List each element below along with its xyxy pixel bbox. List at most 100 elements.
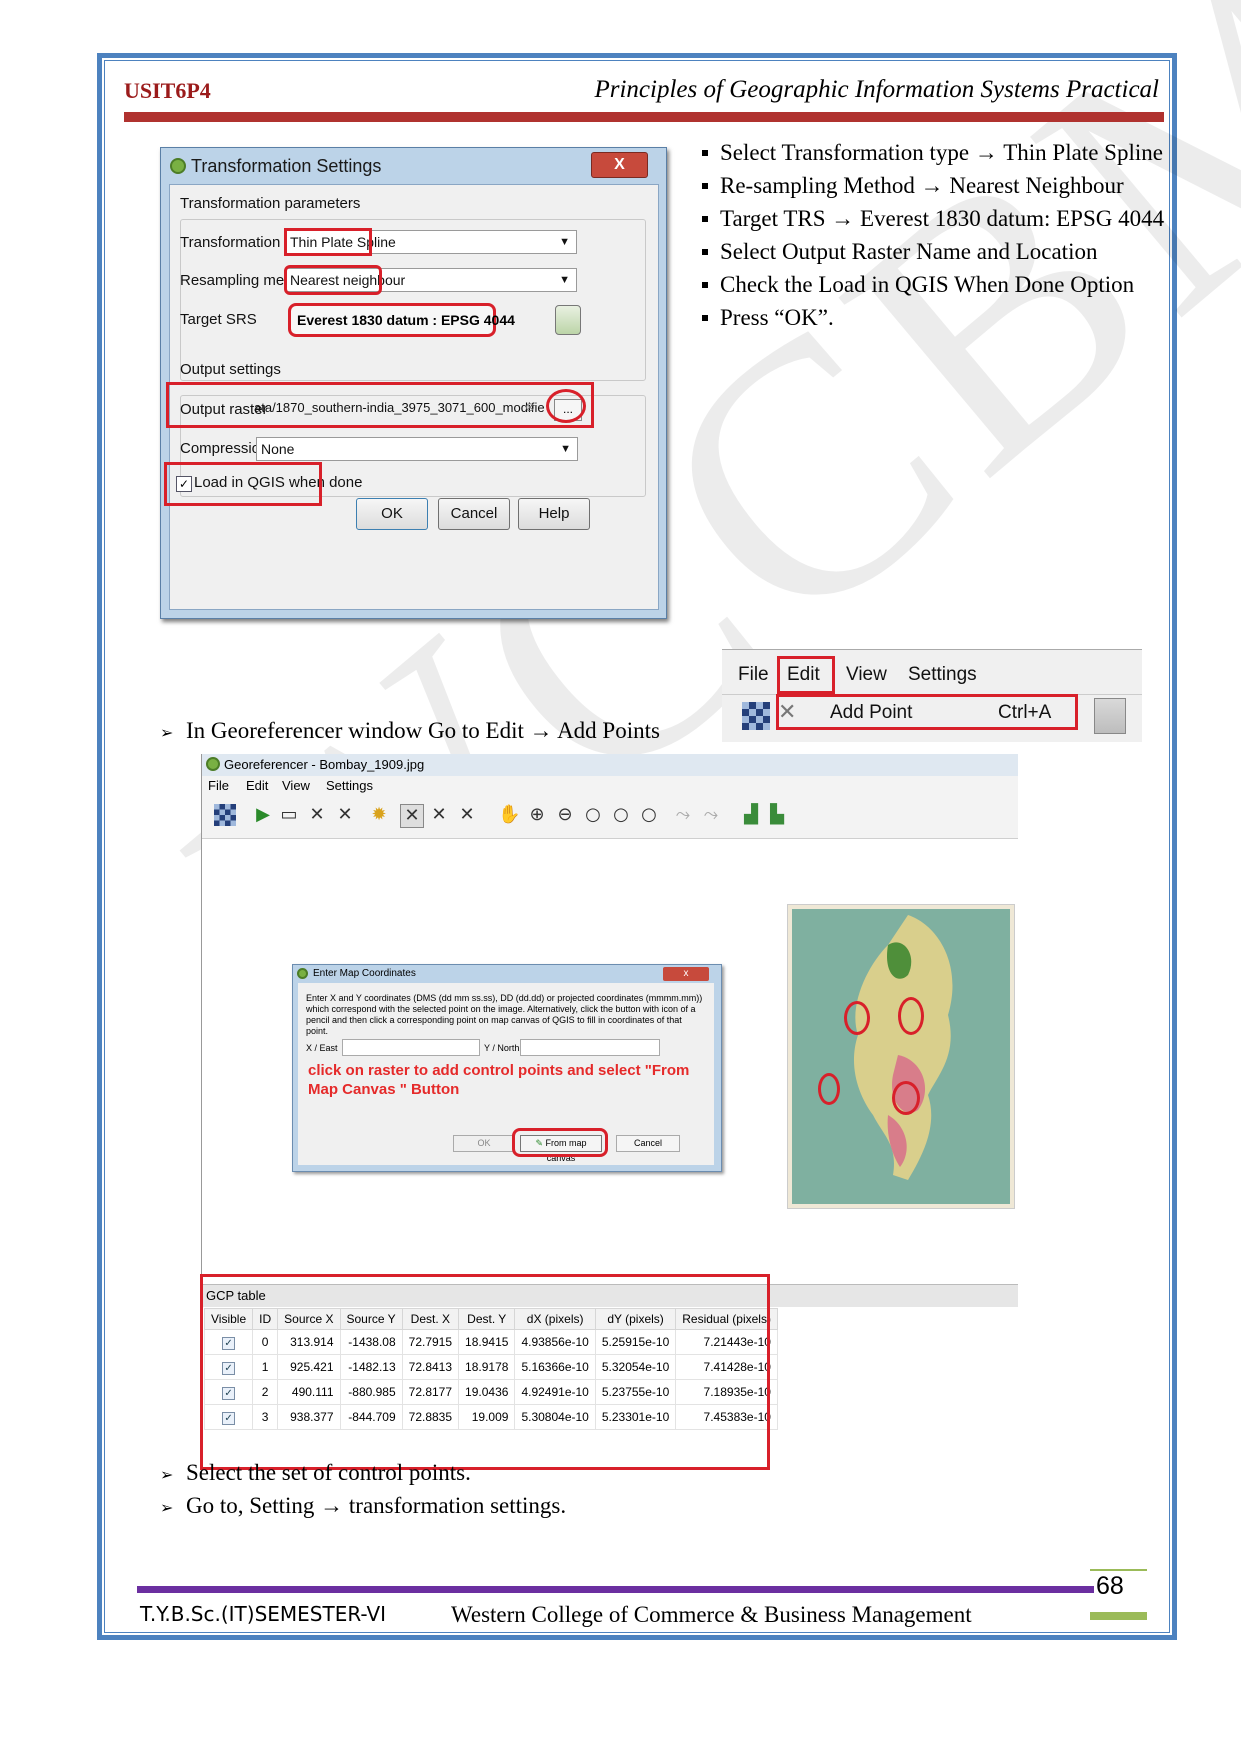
step-transformation-settings: ➢ Go to, Setting → transformation setting…: [160, 1493, 566, 1519]
annotation-text: click on raster to add control points an…: [308, 1062, 690, 1098]
menu-file[interactable]: File: [208, 778, 229, 793]
start-georeferencing-icon[interactable]: ▶: [252, 804, 274, 826]
georeferencer-window: Georeferencer - Bombay_1909.jpg File Edi…: [200, 754, 1018, 1474]
cancel-button[interactable]: Cancel: [616, 1135, 680, 1152]
list-item: Check the Load in QGIS When Done Option: [700, 268, 1170, 301]
qgis-logo-icon: [206, 757, 220, 771]
gear-icon[interactable]: ✹: [368, 804, 390, 826]
control-point-marker[interactable]: [818, 1073, 840, 1105]
step-select-points: ➢ Select the set of control points.: [160, 1460, 471, 1486]
edit-menu-screenshot: File Edit View Settings ✕ Add Point Ctrl…: [722, 649, 1142, 742]
add-point-icon[interactable]: ✕: [400, 804, 424, 828]
x-label: X / East: [306, 1043, 338, 1053]
open-raster-icon[interactable]: [214, 804, 236, 826]
page-title: Principles of Geographic Information Sys…: [594, 76, 1159, 103]
toolbar-icon: [742, 702, 770, 730]
help-button[interactable]: Help: [518, 498, 590, 530]
highlight-box: [166, 382, 594, 428]
list-item: Select Transformation type → Thin Plate …: [700, 136, 1170, 169]
cancel-button[interactable]: Cancel: [438, 498, 510, 530]
x-input[interactable]: [342, 1039, 480, 1056]
target-srs-value-box: Everest 1830 datum : EPSG 4044: [288, 303, 515, 337]
pan-icon[interactable]: ✋: [498, 804, 520, 826]
footer-college: Western College of Commerce & Business M…: [451, 1602, 972, 1627]
control-point-marker[interactable]: [892, 1081, 920, 1115]
step-text: Go to, Setting → transformation settings…: [186, 1493, 567, 1518]
step-text: In Georeferencer window Go to Edit → Add…: [186, 718, 660, 743]
globe-icon[interactable]: [555, 305, 581, 335]
header-rule: [124, 112, 1164, 122]
list-item: Target TRS → Everest 1830 datum: EPSG 40…: [700, 202, 1170, 235]
ok-button[interactable]: OK: [356, 498, 428, 530]
menu-view[interactable]: View: [846, 664, 887, 686]
footer-semester: T.Y.B.Sc.(IT)SEMESTER-VI: [140, 1602, 387, 1626]
gcp-table-panel: GCP table Visible ID Source X Source Y D…: [200, 1274, 1018, 1474]
page-number: 68: [1096, 1572, 1124, 1600]
highlight-box: [512, 1128, 608, 1157]
dialog-body: Enter X and Y coordinates (DMS (dd mm ss…: [298, 983, 714, 1165]
highlight-box: [164, 462, 322, 506]
zoom-out-icon[interactable]: ⊖: [554, 804, 576, 826]
close-button[interactable]: X: [591, 152, 648, 178]
bombay-map-image[interactable]: [787, 904, 1015, 1209]
menu-view[interactable]: View: [282, 778, 310, 793]
highlight-box: [284, 228, 372, 256]
generate-script-icon[interactable]: ▭: [278, 804, 300, 826]
arrow-bullet-icon: ➢: [160, 1465, 174, 1484]
move-point-icon[interactable]: ✕: [456, 804, 478, 826]
list-item: Re-sampling Method → Nearest Neighbour: [700, 169, 1170, 202]
step-text: Select the set of control points.: [186, 1460, 471, 1485]
y-input[interactable]: [520, 1039, 660, 1056]
load-gcp-icon[interactable]: ✕: [306, 804, 328, 826]
menu-settings[interactable]: Settings: [326, 778, 373, 793]
chevron-down-icon: ▼: [559, 274, 570, 286]
delete-point-icon[interactable]: ✕: [428, 804, 450, 826]
map-drawing: [792, 909, 1010, 1204]
chevron-down-icon: ▼: [559, 236, 570, 248]
window-titlebar: Georeferencer - Bombay_1909.jpg: [202, 754, 1018, 776]
step-add-points: ➢ In Georeferencer window Go to Edit → Ad…: [160, 718, 660, 744]
save-gcp-icon[interactable]: ✕: [334, 804, 356, 826]
qgis-logo-icon: [297, 968, 308, 979]
link-georeferencer-icon[interactable]: ⤳: [672, 804, 694, 826]
highlight-box: [284, 265, 382, 295]
params-group-label: Transformation parameters: [180, 195, 361, 212]
menu-file[interactable]: File: [738, 664, 769, 686]
srs-label: Target SRS: [180, 311, 257, 328]
highlight-box: [200, 1274, 770, 1470]
zoom-last-icon[interactable]: ○: [610, 804, 632, 826]
highlight-box: [777, 656, 835, 694]
qgis-logo-icon: [170, 158, 186, 174]
histogram-icon[interactable]: ▟: [740, 804, 762, 826]
highlight-box: [776, 694, 1078, 730]
instructions-text: Enter X and Y coordinates (DMS (dd mm ss…: [306, 993, 703, 1036]
enter-map-coordinates-dialog: Enter Map Coordinates x Enter X and Y co…: [292, 964, 722, 1172]
stretch-icon[interactable]: ▙: [766, 804, 788, 826]
link-qgis-icon[interactable]: ⤳: [700, 804, 722, 826]
transformation-settings-dialog: Transformation Settings X Transformation…: [160, 147, 667, 619]
window-title: Georeferencer - Bombay_1909.jpg: [224, 757, 425, 772]
zoom-layer-icon[interactable]: ○: [582, 804, 604, 826]
star-icon: [1094, 698, 1126, 734]
page-number-bar: [1090, 1612, 1147, 1620]
list-item: Press “OK”.: [700, 301, 1170, 334]
compression-select[interactable]: None ▼: [256, 437, 578, 461]
dialog-title: Enter Map Coordinates: [313, 968, 416, 979]
course-code: USIT6P4: [124, 78, 211, 103]
chevron-down-icon: ▼: [560, 443, 571, 455]
page-number-rule: [1090, 1569, 1147, 1571]
zoom-in-icon[interactable]: ⊕: [526, 804, 548, 826]
dialog-body: Transformation parameters Transformation…: [164, 184, 659, 610]
ok-button[interactable]: OK: [453, 1135, 515, 1152]
footer-rule: [137, 1586, 1094, 1593]
arrow-bullet-icon: ➢: [160, 1498, 174, 1517]
close-button[interactable]: x: [663, 967, 709, 981]
compression-value: None: [261, 441, 295, 457]
toolbar: ▶ ▭ ✕ ✕ ✹ ✕ ✕ ✕ ✋ ⊕ ⊖ ○ ○ ○ ⤳ ⤳ ▟ ▙: [202, 796, 1018, 839]
menu-settings[interactable]: Settings: [908, 664, 977, 686]
control-point-marker[interactable]: [898, 997, 924, 1035]
zoom-next-icon[interactable]: ○: [638, 804, 660, 826]
menu-edit[interactable]: Edit: [246, 778, 268, 793]
control-point-marker[interactable]: [844, 1001, 870, 1035]
settings-bullet-list: Select Transformation type → Thin Plate …: [700, 136, 1170, 334]
